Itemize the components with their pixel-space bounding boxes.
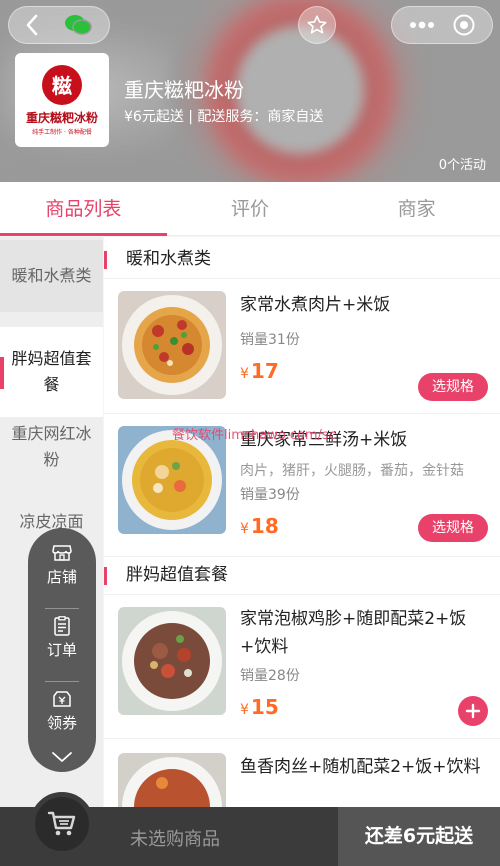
divider [45, 608, 79, 609]
store-logo: 糍 重庆糍粑冰粉 纯手工制作 · 各种配餐 [15, 53, 109, 147]
store-icon [52, 545, 72, 561]
section-title: 暖和水煮类 [104, 239, 500, 279]
min-order-gap: 还差6元起送 [338, 807, 500, 866]
product-image [118, 291, 226, 399]
more-dots-icon [409, 21, 434, 29]
select-spec-button[interactable]: 选规格 [418, 373, 488, 401]
product-price: ¥17 [240, 359, 279, 383]
store-delivery-info: ¥6元起送 | 配送服务：商家自送 [124, 109, 324, 125]
product-item[interactable]: 家常水煮肉片+米饭 销量31份 ¥17 选规格 [104, 279, 500, 414]
chevron-down-icon [52, 752, 72, 762]
tab-bar: 商品列表 评价 商家 [0, 182, 500, 236]
order-icon [54, 616, 70, 636]
float-menu-store[interactable]: 店铺 [47, 542, 77, 608]
category-item[interactable]: 重庆网红冰粉 [0, 407, 103, 487]
float-menu-label: 订单 [46, 641, 77, 659]
product-name: 家常水煮肉片+米饭 [240, 295, 391, 315]
product-item[interactable]: 家常泡椒鸡胗+随即配菜2+饭+饮料 销量28份 ¥15 [104, 595, 500, 739]
favorite-button[interactable] [298, 6, 336, 44]
product-name: 家常泡椒鸡胗+随即配菜2+饭+饮料 [240, 609, 467, 657]
logo-subtitle: 纯手工制作 · 各种配餐 [32, 128, 92, 136]
logo-name: 重庆糍粑冰粉 [25, 110, 98, 125]
activity-count[interactable]: 0个活动 [439, 154, 486, 173]
float-menu-collapse[interactable] [51, 748, 73, 767]
plus-icon [465, 703, 481, 719]
product-list: 暖和水煮类 家常水煮肉片+米饭 销量31份 ¥17 选规格 重庆家常三鲜汤+米饭… [104, 237, 500, 807]
wechat-icon [65, 15, 92, 35]
product-price: ¥15 [240, 695, 279, 719]
float-menu-coupons[interactable]: 领券 [47, 688, 77, 754]
category-item-active[interactable]: 胖妈超值套餐 [0, 327, 103, 417]
float-menu-orders[interactable]: 订单 [47, 615, 77, 681]
product-sales: 销量28份 [240, 668, 300, 684]
product-sales: 销量31份 [240, 332, 300, 348]
product-sales: 销量39份 [240, 487, 300, 503]
section-title: 胖妈超值套餐 [104, 555, 500, 595]
float-menu-label: 领券 [46, 714, 77, 732]
store-name: 重庆糍粑冰粉 [124, 78, 244, 102]
float-menu-label: 店铺 [46, 568, 77, 586]
tab-products[interactable]: 商品列表 [0, 182, 167, 236]
shopping-cart-icon [47, 811, 76, 836]
tab-merchant[interactable]: 商家 [333, 182, 500, 235]
nav-left-capsule [8, 6, 110, 44]
coupon-icon [53, 691, 71, 707]
product-image [118, 753, 226, 807]
add-to-cart-button[interactable] [458, 696, 488, 726]
category-item[interactable]: 暖和水煮类 [0, 240, 103, 312]
back-button[interactable] [9, 6, 55, 44]
floating-menu: 店铺 订单 领券 [28, 528, 96, 772]
logo-seal: 糍 [42, 64, 82, 105]
back-arrow-icon [26, 14, 38, 36]
more-options-button[interactable] [409, 21, 435, 29]
cart-button[interactable] [30, 792, 94, 856]
star-icon [307, 15, 327, 34]
divider [45, 681, 79, 682]
select-spec-button[interactable]: 选规格 [418, 514, 488, 542]
product-name: 鱼香肉丝+随机配菜2+饭+饮料 [240, 757, 481, 777]
target-circle-icon [453, 14, 474, 36]
product-item[interactable]: 鱼香肉丝+随机配菜2+饭+饮料 [104, 751, 500, 807]
store-header: 糍 重庆糍粑冰粉 纯手工制作 · 各种配餐 重庆糍粑冰粉 ¥6元起送 | 配送服… [0, 0, 500, 182]
product-description: 肉片，猪肝，火腿肠，番茄，金针菇 [240, 463, 464, 479]
product-price: ¥18 [240, 514, 279, 538]
tab-reviews[interactable]: 评价 [167, 182, 334, 235]
watermark-text: 餐饮软件limchawo.com/sc [172, 428, 336, 443]
product-image [118, 607, 226, 715]
wechat-button[interactable] [55, 6, 101, 44]
close-miniprogram-button[interactable] [452, 13, 476, 37]
nav-right-capsule [391, 6, 493, 44]
cart-empty-text: 未选购商品 [130, 829, 220, 850]
